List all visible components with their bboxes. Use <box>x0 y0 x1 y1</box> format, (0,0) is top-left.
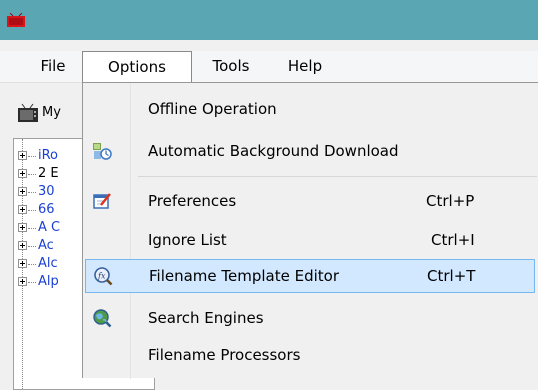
tree-item-label: 2 E <box>38 166 59 181</box>
preferences-icon <box>93 193 111 209</box>
tree-item-label: 30 <box>38 184 55 199</box>
tree-connector <box>28 174 36 175</box>
menu-help[interactable]: Help <box>270 51 340 82</box>
menu-item-filename-processors[interactable]: Filename Processors <box>83 338 537 372</box>
tree-connector <box>28 210 36 211</box>
menu-item-label: Automatic Background Download <box>148 142 399 160</box>
menu-bar: File Options Tools Help <box>0 51 538 83</box>
menu-item-label: Filename Template Editor <box>149 267 340 285</box>
title-bar[interactable] <box>0 0 538 40</box>
tree-connector <box>28 156 36 157</box>
menu-item-automatic-background-download[interactable]: Automatic Background Download <box>83 134 537 168</box>
tree-item-label: 66 <box>38 202 55 217</box>
expand-icon[interactable] <box>18 187 27 196</box>
tv-icon <box>18 103 38 122</box>
menu-item-shortcut: Ctrl+I <box>431 231 475 249</box>
tree-connector <box>28 282 36 283</box>
tree-item-label: A C <box>38 220 61 235</box>
tree-item-label: Alp <box>38 274 59 289</box>
menu-item-label: Search Engines <box>148 309 264 327</box>
menu-file[interactable]: File <box>24 51 82 82</box>
tree-connector <box>28 264 36 265</box>
menu-item-ignore-list[interactable]: Ignore List Ctrl+I <box>83 223 537 257</box>
toolbar-label: My <box>42 105 61 120</box>
tree-connector <box>28 192 36 193</box>
expand-icon[interactable] <box>18 205 27 214</box>
expand-icon[interactable] <box>18 151 27 160</box>
menu-item-shortcut: Ctrl+P <box>426 192 475 210</box>
menu-item-label: Filename Processors <box>148 346 301 364</box>
menu-item-label: Offline Operation <box>148 100 277 118</box>
tv-app-icon <box>7 13 25 27</box>
tree-item-label: iRo <box>38 148 59 163</box>
menu-separator <box>138 176 537 177</box>
options-dropdown-menu: Offline Operation Automatic Background D… <box>82 82 538 379</box>
menu-tools[interactable]: Tools <box>192 51 270 82</box>
function-magnifier-icon: fx <box>94 267 113 286</box>
svg-text:fx: fx <box>97 272 106 281</box>
expand-icon[interactable] <box>18 169 27 178</box>
tree-item-label: Ac <box>38 238 54 253</box>
tree-connector <box>28 246 36 247</box>
menu-item-shortcut: Ctrl+T <box>427 267 476 285</box>
background-download-icon <box>93 143 112 160</box>
tree-item-label: Alc <box>38 256 58 271</box>
menu-item-label: Preferences <box>148 192 237 210</box>
menu-item-label: Ignore List <box>148 231 227 249</box>
expand-icon[interactable] <box>18 259 27 268</box>
menu-item-filename-template-editor[interactable]: fx Filename Template Editor Ctrl+T <box>85 259 535 293</box>
expand-icon[interactable] <box>18 277 27 286</box>
menu-item-search-engines[interactable]: Search Engines <box>83 301 537 335</box>
menu-item-preferences[interactable]: Preferences Ctrl+P <box>83 184 537 218</box>
globe-magnifier-icon <box>93 309 112 328</box>
expand-icon[interactable] <box>18 223 27 232</box>
menu-item-offline-operation[interactable]: Offline Operation <box>83 92 537 126</box>
tree-connector <box>28 228 36 229</box>
menu-options[interactable]: Options <box>82 51 192 83</box>
expand-icon[interactable] <box>18 241 27 250</box>
